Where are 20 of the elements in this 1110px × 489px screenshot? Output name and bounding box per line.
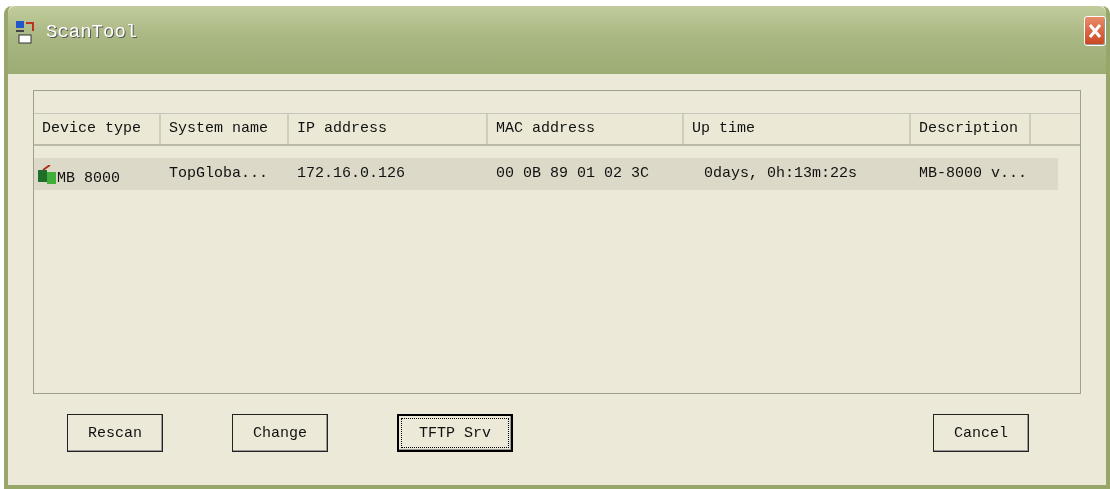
column-header[interactable]: IP address xyxy=(289,114,488,144)
dialog-button[interactable]: Change xyxy=(232,414,328,452)
column-header[interactable]: Device type xyxy=(34,114,161,144)
column-header[interactable]: System name xyxy=(161,114,289,144)
table-cell-text: 0days, 0h:13m:22s xyxy=(703,164,859,184)
close-icon[interactable] xyxy=(1084,16,1106,46)
dialog-button[interactable]: TFTP Srv xyxy=(397,414,513,452)
dialog-button[interactable]: Rescan xyxy=(67,414,163,452)
column-header[interactable]: MAC address xyxy=(488,114,684,144)
column-header[interactable]: Up time xyxy=(684,114,911,144)
table-cell-text: MB-8000 v... xyxy=(918,164,1029,184)
table-cell-text: 172.16.0.126 xyxy=(296,164,407,184)
window-title: ScanTool xyxy=(46,21,139,43)
table-row[interactable]: MB 8000 TopGloba... 172.16.0.126 00 0B 89 01 02 3C 0days, 0h:13m:22s MB-8000 v... xyxy=(34,158,1058,190)
table-cell-text: TopGloba... xyxy=(168,164,270,184)
dialog-button[interactable]: Cancel xyxy=(933,414,1029,452)
device-icon xyxy=(37,165,57,185)
table-cell-text: 00 0B 89 01 02 3C xyxy=(495,164,651,184)
column-header[interactable]: Description xyxy=(911,114,1031,144)
table-cell: MB 8000 xyxy=(34,158,161,190)
